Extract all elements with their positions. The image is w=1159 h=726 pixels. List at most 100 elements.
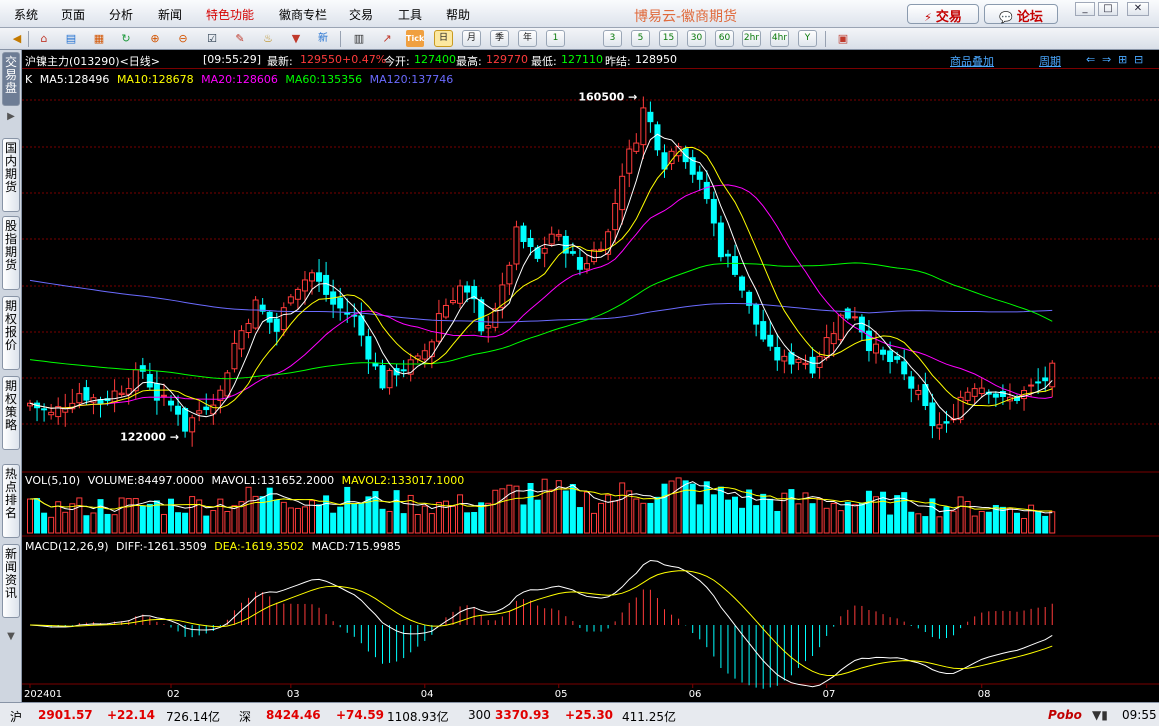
refresh-icon[interactable]: ↻ <box>117 30 135 47</box>
volume-bar <box>971 515 978 534</box>
candle-body <box>887 350 894 362</box>
volume-bar <box>146 503 153 534</box>
trade-button[interactable]: ⚡ 交易 <box>907 4 979 25</box>
period-day-button[interactable]: 日 <box>434 30 453 47</box>
volume-bar <box>1042 515 1049 534</box>
volume-bar <box>76 497 83 534</box>
hs300-index: 3370.93 <box>495 708 550 722</box>
volume-bar <box>767 498 774 534</box>
volume-bar <box>464 512 471 534</box>
volume-bar <box>450 505 456 534</box>
menu-huishang-column[interactable]: 徽商专栏 <box>279 6 327 23</box>
period-3min-button[interactable]: 3 <box>603 30 622 47</box>
candle-body <box>901 361 908 375</box>
menu-analysis[interactable]: 分析 <box>109 6 133 23</box>
volume-bar <box>985 511 992 534</box>
period-season-button[interactable]: 季 <box>490 30 509 47</box>
pen-draw-icon[interactable]: ✎ <box>231 30 249 47</box>
period-30min-button[interactable]: 30 <box>687 30 706 47</box>
bell-alert-icon[interactable]: ♨ <box>259 30 277 47</box>
tab-trading-board[interactable]: 交易盘 <box>2 52 20 106</box>
forum-button[interactable]: 💬 论坛 <box>984 4 1058 25</box>
candle-body <box>576 257 583 270</box>
volume-bar <box>823 507 830 534</box>
candle-body <box>1042 377 1049 382</box>
report-icon[interactable]: ▦ <box>90 30 108 47</box>
period-month-button[interactable]: 月 <box>462 30 481 47</box>
menu-news[interactable]: 新闻 <box>158 6 182 23</box>
period-60min-button[interactable]: 60 <box>715 30 734 47</box>
menu-help[interactable]: 帮助 <box>446 6 470 23</box>
period-custom-button[interactable]: Y <box>798 30 817 47</box>
menu-page[interactable]: 页面 <box>61 6 85 23</box>
menu-bar: 系统 页面 分析 新闻 特色功能 徽商专栏 交易 工具 帮助 博易云-徽商期货 … <box>0 0 1159 28</box>
volume-bar <box>492 489 499 534</box>
tab-option-quotes[interactable]: 期权报价 <box>2 296 20 370</box>
back-arrow-icon[interactable]: ◀ <box>8 30 26 47</box>
candle-body <box>301 279 308 292</box>
x-tick-label: 06 <box>689 689 702 700</box>
period-2hr-button[interactable]: 2hr <box>742 30 761 47</box>
volume-bar <box>626 490 633 534</box>
volume-bar <box>865 490 872 534</box>
candle-body <box>238 330 245 350</box>
forum-button-label: 论坛 <box>1016 10 1043 25</box>
menu-system[interactable]: 系统 <box>14 6 38 23</box>
zoom-out-icon[interactable]: ⊖ <box>174 30 192 47</box>
volume-bar <box>922 516 929 534</box>
tab-hot-ranking[interactable]: 热点排名 <box>2 464 20 538</box>
candle-body <box>978 387 985 395</box>
sz-amount: 1108.93亿 <box>387 710 449 724</box>
menu-trade[interactable]: 交易 <box>349 6 373 23</box>
table-view-icon[interactable]: ▥ <box>350 30 368 47</box>
period-1min-button[interactable]: 1 <box>546 30 565 47</box>
period-15min-button[interactable]: 15 <box>659 30 678 47</box>
pobo-logo: Pobo <box>1048 708 1082 722</box>
candle-body <box>774 347 781 361</box>
zoom-in-icon[interactable]: ⊕ <box>146 30 164 47</box>
volume-bar <box>421 505 428 534</box>
hs300-change: +25.30 <box>565 708 614 722</box>
volume-bar <box>160 513 167 534</box>
kline-chart-svg[interactable]: 160500 → 122000 → 202401 02 03 04 05 06 07 08 <box>22 50 1159 702</box>
tick-chart-icon[interactable]: Tick <box>406 30 424 47</box>
tab-domestic-futures[interactable]: 国内期货 <box>2 138 20 212</box>
expand-arrow-icon[interactable]: ▶ <box>2 108 20 126</box>
tab-news[interactable]: 新闻资讯 <box>2 544 20 618</box>
line-chart-icon[interactable]: ↗ <box>378 30 396 47</box>
dea-line <box>29 570 1053 677</box>
period-year-button[interactable]: 年 <box>518 30 537 47</box>
maximize-button[interactable]: □ <box>1098 2 1118 16</box>
period-5min-button[interactable]: 5 <box>631 30 650 47</box>
minimize-button[interactable]: _ <box>1075 2 1095 16</box>
menu-features[interactable]: 特色功能 <box>206 6 254 23</box>
down-arrow-icon[interactable]: ▼ <box>2 628 20 646</box>
candle-body <box>316 272 323 282</box>
candle-body <box>598 248 605 251</box>
volume-bar <box>287 507 294 534</box>
tab-index-futures[interactable]: 股指期货 <box>2 216 20 290</box>
new-badge-icon[interactable]: 新 <box>314 30 332 47</box>
checkbox-icon[interactable]: ☑ <box>203 30 221 47</box>
calendar-icon[interactable]: ▣ <box>834 30 852 47</box>
tab-option-strategy[interactable]: 期权策略 <box>2 376 20 450</box>
quote-list-icon[interactable]: ▤ <box>62 30 80 47</box>
filter-icon[interactable]: ▼ <box>287 30 305 47</box>
volume-bar <box>252 495 259 534</box>
candle-body <box>224 372 231 397</box>
candle-body <box>513 226 520 265</box>
trade-button-label: 交易 <box>935 10 962 25</box>
candle-body <box>647 111 654 123</box>
candle-body <box>146 374 153 388</box>
volume-bar <box>62 511 69 534</box>
candle-body <box>830 333 837 345</box>
candle-body <box>273 318 280 332</box>
menu-tools[interactable]: 工具 <box>398 6 422 23</box>
home-icon[interactable]: ⌂ <box>35 30 53 47</box>
low-price-label: 122000 → <box>120 431 179 444</box>
volume-bar <box>175 512 182 534</box>
volume-bar <box>851 504 858 534</box>
close-button[interactable]: ✕ <box>1127 2 1149 16</box>
period-4hr-button[interactable]: 4hr <box>770 30 789 47</box>
candle-body <box>626 148 633 174</box>
